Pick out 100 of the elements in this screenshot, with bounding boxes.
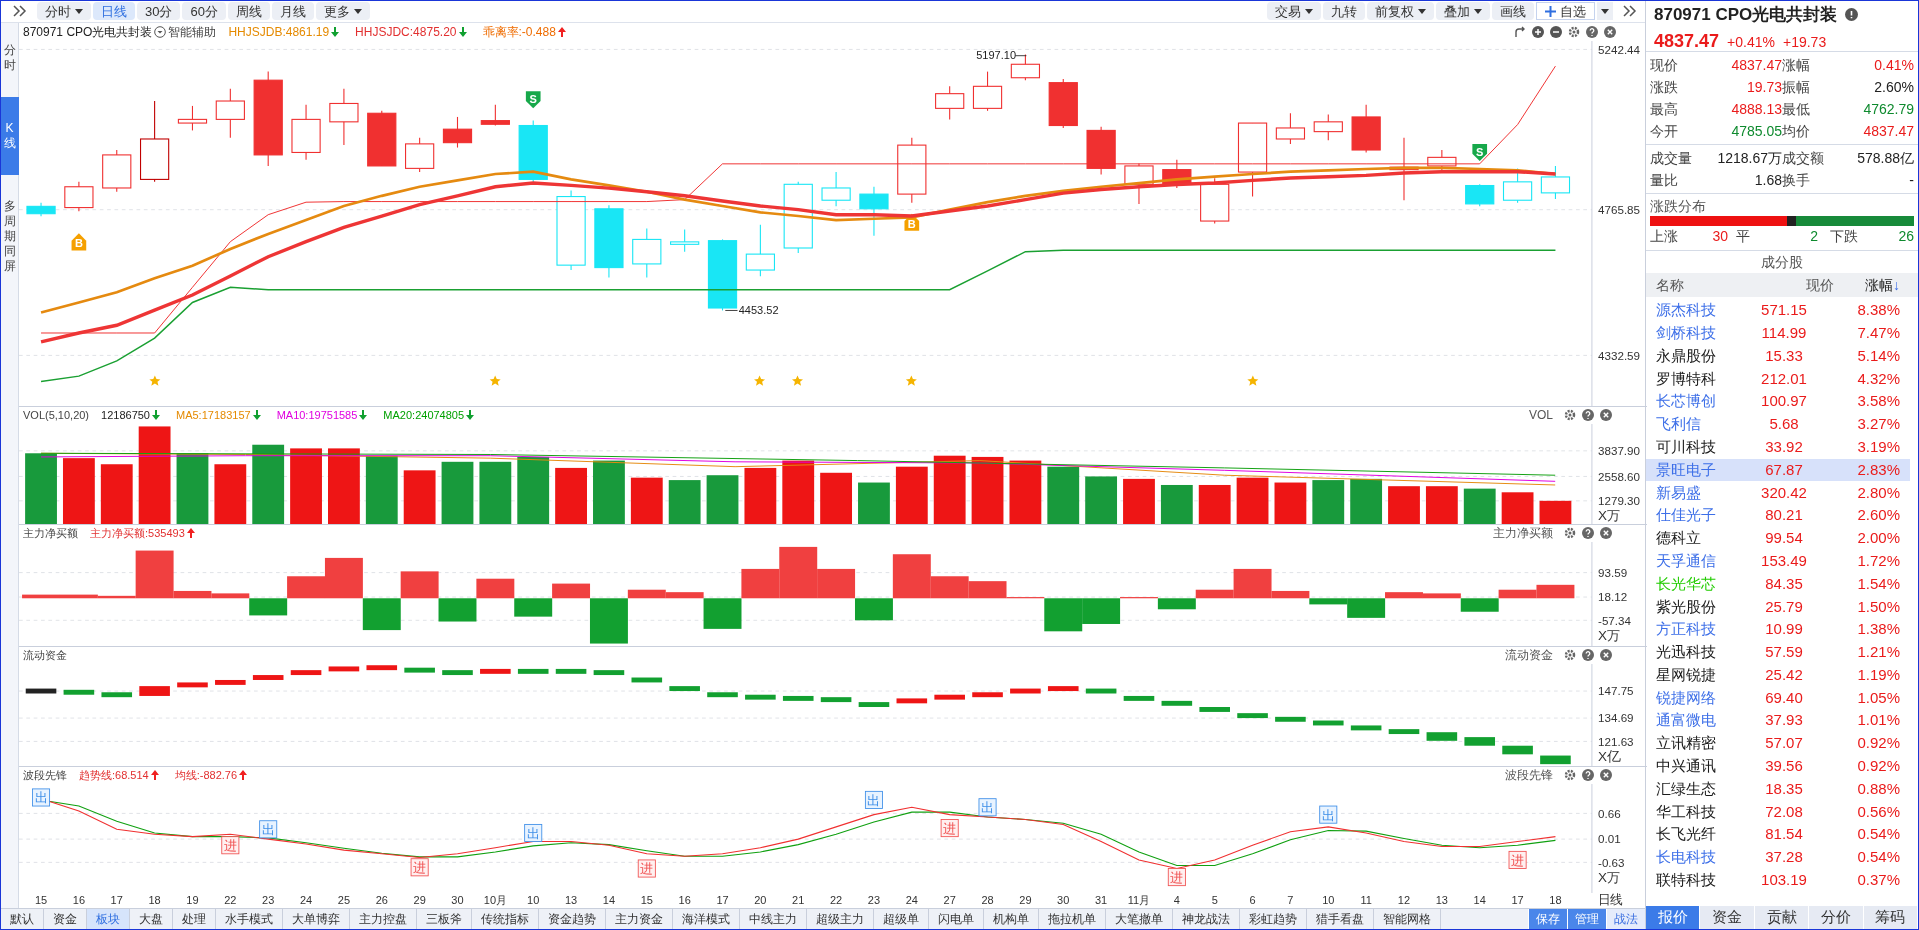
indicator-tab[interactable]: 大盘 xyxy=(130,908,173,929)
stock-row[interactable]: 中兴通讯 39.56 0.92% xyxy=(1646,754,1910,778)
indicator-tab[interactable]: 拖拉机单 xyxy=(1039,908,1106,929)
toolbar-button[interactable]: 叠加 xyxy=(1436,2,1490,21)
panel-tab[interactable]: 贡献 xyxy=(1754,906,1810,929)
column-header[interactable]: 名称 xyxy=(1656,274,1756,296)
panel-tab[interactable]: 分价 xyxy=(1809,906,1864,929)
quote-label: 涨幅 xyxy=(1782,55,1811,75)
stock-row[interactable]: 长光华芯 84.35 1.54% xyxy=(1646,572,1910,596)
indicator-tab[interactable]: 板块 xyxy=(87,908,130,929)
stock-row[interactable]: 立讯精密 57.07 0.92% xyxy=(1646,732,1910,755)
indicator-tab[interactable]: 大单博弈 xyxy=(283,908,350,929)
stock-row[interactable]: 长芯博创 100.97 3.58% xyxy=(1646,390,1910,413)
indicator-tab[interactable]: 默认 xyxy=(1,908,44,929)
toolbar-button[interactable]: 九转 xyxy=(1323,2,1365,21)
indicator-tab[interactable]: 彩虹趋势 xyxy=(1240,908,1307,929)
stock-price: 5.68 xyxy=(1768,414,1800,435)
stock-row[interactable]: 剑桥科技 114.99 7.47% xyxy=(1646,321,1910,345)
stock-row[interactable]: 汇绿生态 18.35 0.88% xyxy=(1646,777,1910,801)
period-tab[interactable]: 60分 xyxy=(182,2,226,21)
stock-row[interactable]: 星网锐捷 25.42 1.19% xyxy=(1646,663,1910,687)
indicator-tab[interactable]: 机构单 xyxy=(984,908,1039,929)
column-header[interactable]: 现价 xyxy=(1756,274,1834,296)
date-label: 24 xyxy=(299,893,313,906)
column-header[interactable]: 涨幅↓ xyxy=(1834,274,1908,296)
axis-label: 121.63 xyxy=(1598,734,1634,748)
action-button[interactable]: 管理 xyxy=(1567,908,1606,929)
stock-row[interactable]: 可川科技 33.92 3.19% xyxy=(1646,435,1910,459)
stock-row[interactable]: 景旺电子 67.87 2.83% xyxy=(1646,458,1910,482)
stock-row[interactable]: 长电科技 37.28 0.54% xyxy=(1646,846,1910,869)
stock-row[interactable]: 长飞光纤 81.54 0.54% xyxy=(1646,823,1910,847)
period-tab[interactable]: 月线 xyxy=(271,2,314,21)
indicator-tab[interactable]: 海洋模式 xyxy=(673,908,740,929)
indicator-tab[interactable]: 处理 xyxy=(173,908,216,929)
stock-change: 4.32% xyxy=(1856,368,1900,389)
side-tab[interactable]: K线 xyxy=(0,96,19,175)
stock-name: 方正科技 xyxy=(1656,619,1717,640)
date-label: 29 xyxy=(1019,893,1032,906)
indicator-tab[interactable]: 超级主力 xyxy=(807,908,874,929)
stock-row[interactable]: 华工科技 72.08 0.56% xyxy=(1646,800,1910,824)
indicator-tab[interactable]: 传统指标 xyxy=(472,908,539,929)
toolbar-button[interactable]: 交易 xyxy=(1267,2,1321,21)
assist-label[interactable]: 智能辅助 xyxy=(168,22,217,41)
panel-tab[interactable]: 报价 xyxy=(1646,906,1701,929)
toolbar-button[interactable]: 前复权 xyxy=(1367,2,1434,21)
stock-row[interactable]: 飞利信 5.68 3.27% xyxy=(1646,413,1910,436)
period-tab[interactable]: 日线 xyxy=(93,2,135,21)
stock-price: 103.19 xyxy=(1760,870,1808,891)
action-button[interactable]: 战法 xyxy=(1606,908,1645,929)
stock-row[interactable]: 永鼎股份 15.33 5.14% xyxy=(1646,344,1910,368)
indicator-tab[interactable]: 主力控盘 xyxy=(350,908,417,929)
stock-price: 153.49 xyxy=(1760,550,1808,571)
indicator-tab[interactable]: 猎手看盘 xyxy=(1307,908,1374,929)
side-tab[interactable]: 分时 xyxy=(0,34,19,81)
stock-change: 0.56% xyxy=(1856,801,1900,822)
panel-tab[interactable]: 资金 xyxy=(1700,906,1755,929)
period-tab[interactable]: 更多 xyxy=(315,2,370,21)
indicator-tab[interactable]: 水手模式 xyxy=(216,908,283,929)
stock-row[interactable]: 天孚通信 153.49 1.72% xyxy=(1646,549,1910,573)
stock-row[interactable]: 光迅科技 57.59 1.21% xyxy=(1646,640,1910,664)
indicator-tab[interactable]: 三板斧 xyxy=(417,908,472,929)
stock-change: 0.54% xyxy=(1856,824,1900,845)
stock-row[interactable]: 仕佳光子 80.21 2.60% xyxy=(1646,504,1910,527)
period-tab[interactable]: 30分 xyxy=(137,2,181,21)
date-label: 10月 xyxy=(483,893,507,906)
stock-name: 罗博特科 xyxy=(1656,368,1717,389)
stock-row[interactable]: 新易盛 320.42 2.80% xyxy=(1646,481,1910,505)
stock-row[interactable]: 源杰科技 571.15 8.38% xyxy=(1646,299,1910,322)
indicator-value: 12186750 xyxy=(101,407,150,423)
panel-tab[interactable]: 筹码 xyxy=(1863,906,1919,929)
indicator-tab[interactable]: 大笔撤单 xyxy=(1106,908,1173,929)
date-label: 11月 xyxy=(1127,893,1151,906)
period-tab[interactable]: 周线 xyxy=(227,2,270,21)
stock-row[interactable]: 通富微电 37.93 1.01% xyxy=(1646,709,1910,733)
stock-name: 通富微电 xyxy=(1656,710,1717,731)
period-tab[interactable]: 分时 xyxy=(37,2,91,21)
action-button[interactable]: 保存 xyxy=(1528,908,1567,929)
stock-row[interactable]: 罗博特科 212.01 4.32% xyxy=(1646,367,1910,391)
indicator-tab[interactable]: 主力资金 xyxy=(606,908,673,929)
panel-name: VOL(5,10,20) xyxy=(23,407,90,423)
stock-name: 长飞光纤 xyxy=(1656,824,1717,845)
axis-label: -57.34 xyxy=(1598,613,1631,627)
stock-row[interactable]: 德科立 99.54 2.00% xyxy=(1646,526,1910,550)
stock-row[interactable]: 紫光股份 25.79 1.50% xyxy=(1646,595,1910,619)
stock-row[interactable]: 方正科技 10.99 1.38% xyxy=(1646,618,1910,641)
indicator-tab[interactable]: 中线主力 xyxy=(740,908,807,929)
indicator-tab[interactable]: 神龙战法 xyxy=(1173,908,1240,929)
stock-price: 15.33 xyxy=(1764,345,1804,366)
toolbar-button[interactable]: 画线 xyxy=(1492,2,1534,21)
date-label: 10 xyxy=(527,893,540,906)
stock-row[interactable]: 锐捷网络 69.40 1.05% xyxy=(1646,686,1910,710)
side-tab[interactable]: 多周期同屏 xyxy=(0,190,19,282)
stock-price: 37.93 xyxy=(1764,710,1804,731)
indicator-tab[interactable]: 智能网格 xyxy=(1374,908,1441,929)
stock-row[interactable]: 联特科技 103.19 0.37% xyxy=(1646,868,1910,892)
indicator-tab[interactable]: 资金趋势 xyxy=(539,908,606,929)
indicator-tab[interactable]: 超级单 xyxy=(874,908,929,929)
axis-label: 3837.90 xyxy=(1598,443,1641,457)
indicator-tab[interactable]: 闪电单 xyxy=(929,908,984,929)
add-watchlist-button[interactable]: 自选 xyxy=(1536,2,1595,21)
